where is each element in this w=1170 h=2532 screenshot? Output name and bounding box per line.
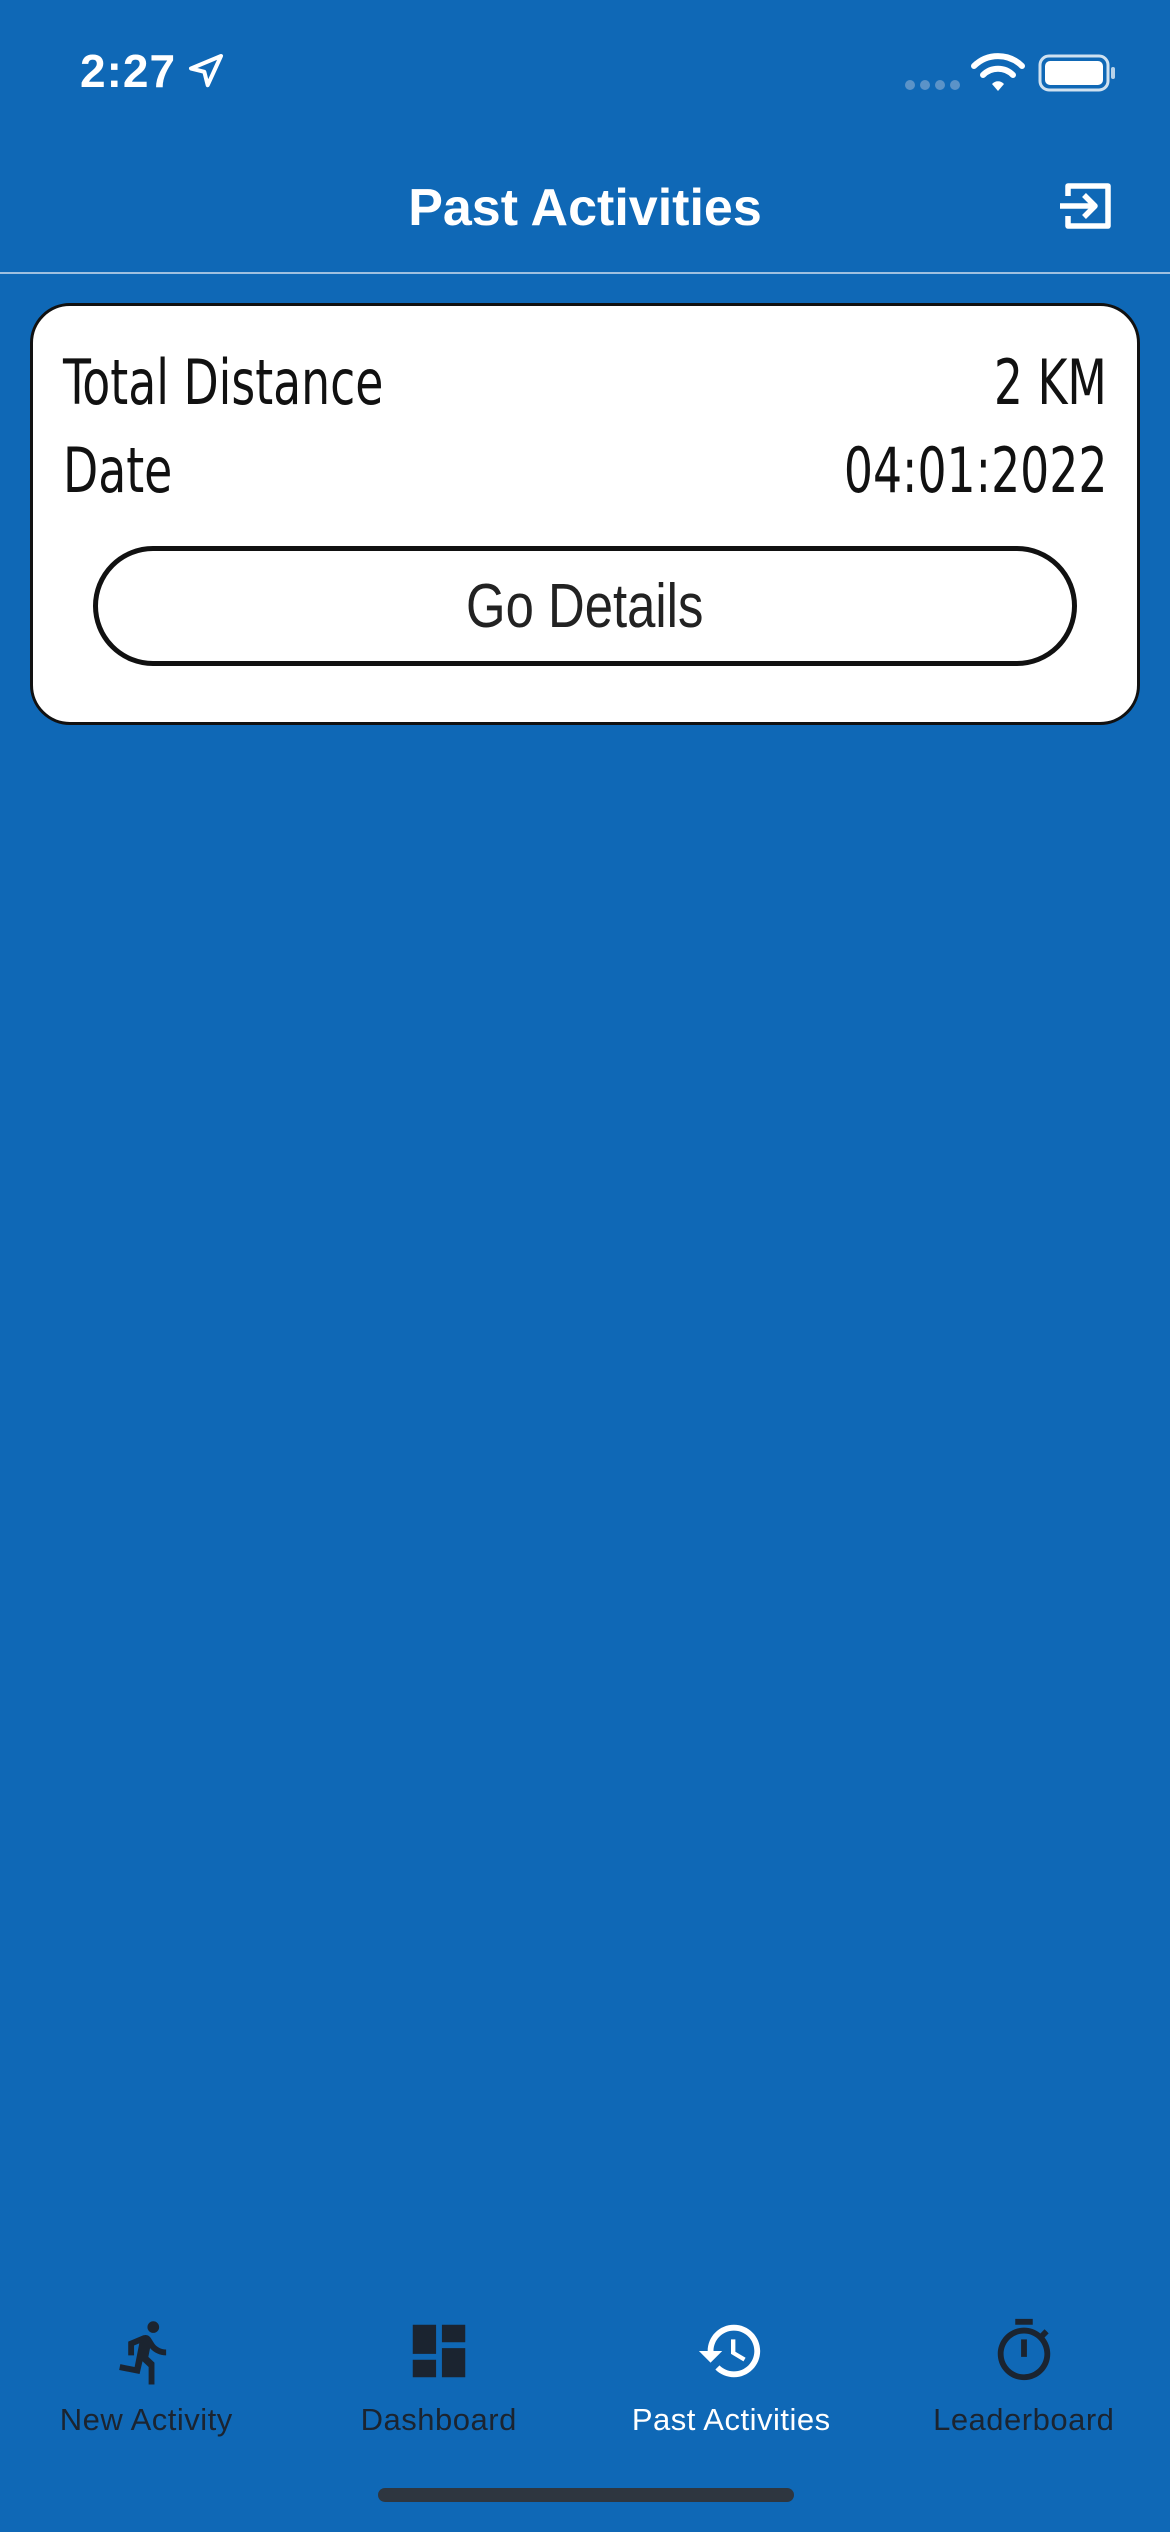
distance-value: 2 KM <box>993 346 1107 419</box>
running-person-icon <box>119 2321 167 2385</box>
wifi-icon <box>971 53 1025 91</box>
navigation-bar: Past Activities <box>0 140 1170 274</box>
history-icon <box>699 2324 761 2378</box>
tab-dashboard[interactable]: Dashboard <box>293 2290 586 2450</box>
tab-leaderboard[interactable]: Leaderboard <box>878 2290 1170 2450</box>
distance-row: Total Distance 2 KM <box>63 346 1107 419</box>
status-time: 2:27 <box>80 44 226 98</box>
date-row: Date 04:01:2022 <box>63 434 1107 507</box>
page-title: Past Activities <box>408 179 762 237</box>
status-time-text: 2:27 <box>80 45 177 97</box>
tab-bar: New Activity Dashboard Past Activities L… <box>0 2290 1170 2450</box>
tab-label-new-activity: New Activity <box>59 2402 233 2437</box>
dashboard-icon <box>412 2324 465 2378</box>
stopwatch-icon <box>997 2318 1050 2381</box>
signal-dots-icon <box>905 80 960 90</box>
tab-past-activities[interactable]: Past Activities <box>585 2290 878 2450</box>
logout-icon[interactable] <box>1054 174 1118 238</box>
past-activities-screen: 2:27 Past Activities Total Distance 2 KM… <box>0 0 1170 2532</box>
go-details-label: Go Details <box>466 571 704 641</box>
tab-label-past-activities: Past Activities <box>631 2402 831 2437</box>
tab-label-dashboard: Dashboard <box>360 2402 517 2437</box>
status-bar: 2:27 <box>0 0 1170 140</box>
tab-label-leaderboard: Leaderboard <box>933 2402 1115 2437</box>
location-arrow-icon <box>189 54 224 88</box>
activity-card: Total Distance 2 KM Date 04:01:2022 Go D… <box>30 303 1140 725</box>
home-indicator <box>378 2488 794 2502</box>
date-label: Date <box>63 434 173 507</box>
go-details-button[interactable]: Go Details <box>93 546 1077 666</box>
tab-new-activity[interactable]: New Activity <box>0 2290 293 2450</box>
battery-icon <box>1038 54 1115 92</box>
distance-label: Total Distance <box>63 346 384 419</box>
date-value: 04:01:2022 <box>843 434 1107 507</box>
